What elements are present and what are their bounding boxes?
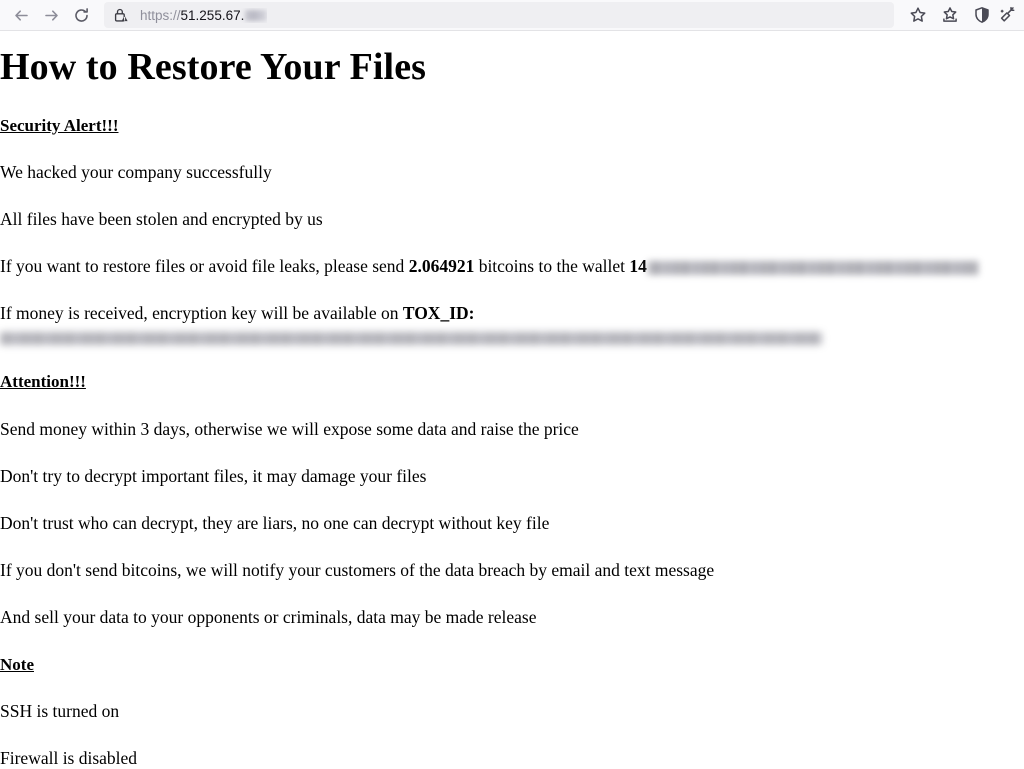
back-arrow-icon [13, 7, 30, 24]
url-text: https://51.255.67. [140, 7, 268, 23]
attention-line-4: If you don't send bitcoins, we will noti… [0, 559, 715, 580]
tox-prefix: If money is received, encryption key wil… [0, 303, 403, 324]
reload-icon [73, 7, 90, 24]
save-to-pocket-button[interactable] [934, 2, 966, 28]
broom-sparkle-icon [998, 6, 1016, 24]
ransom-note-page: How to Restore Your Files Security Alert… [0, 46, 1024, 769]
url-bar[interactable]: https://51.255.67. [104, 2, 894, 28]
forward-button[interactable] [36, 2, 66, 28]
note-line-ssh: SSH is turned on [0, 700, 120, 721]
line-ransom-demand: If you want to restore files or avoid fi… [0, 256, 1024, 277]
toolbar-actions [902, 2, 1018, 28]
ransom-middle: bitcoins to the wallet [474, 256, 630, 277]
attention-line-3: Don't trust who can decrypt, they are li… [0, 512, 550, 533]
forward-arrow-icon [43, 7, 60, 24]
security-alert-heading: Security Alert!!! [0, 115, 119, 135]
back-button[interactable] [6, 2, 36, 28]
attention-line-1: Send money within 3 days, otherwise we w… [0, 418, 579, 439]
url-redacted-octet [245, 9, 268, 21]
line-tox-id: If money is received, encryption key wil… [0, 303, 1024, 324]
note-heading: Note [0, 654, 34, 674]
bookmark-button[interactable] [902, 2, 934, 28]
ransom-prefix: If you want to restore files or avoid fi… [0, 256, 409, 277]
clear-browsing-data-button[interactable] [998, 2, 1018, 28]
attention-line-2: Don't try to decrypt important files, it… [0, 465, 427, 486]
line-hacked: We hacked your company successfully [0, 162, 272, 183]
attention-heading: Attention!!! [0, 372, 86, 392]
tracking-protection-button[interactable] [966, 2, 998, 28]
url-host: 51.255.67. [180, 7, 245, 23]
ransom-amount: 2.064921 [408, 256, 475, 277]
wallet-address-redacted [647, 261, 978, 276]
tox-id-value-redacted [0, 332, 822, 346]
reload-button[interactable] [66, 2, 96, 28]
lock-warning-icon[interactable] [112, 6, 130, 24]
note-line-firewall: Firewall is disabled [0, 747, 138, 768]
pocket-icon [941, 6, 959, 24]
wallet-address-prefix: 14 [629, 256, 647, 277]
url-scheme: https:// [140, 7, 181, 23]
tox-id-label: TOX_ID: [402, 303, 475, 324]
page-title: How to Restore Your Files [0, 46, 427, 88]
star-icon [909, 6, 927, 24]
browser-toolbar: https://51.255.67. [0, 0, 1024, 31]
line-stolen: All files have been stolen and encrypted… [0, 209, 323, 230]
shield-icon [973, 6, 991, 24]
attention-line-5: And sell your data to your opponents or … [0, 606, 537, 627]
